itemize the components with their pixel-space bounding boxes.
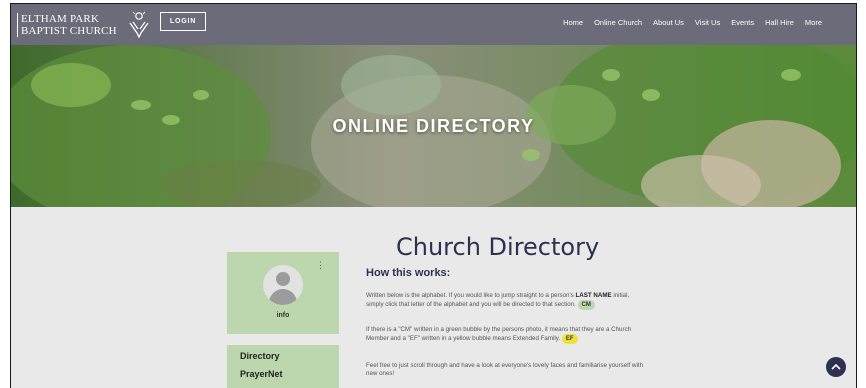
instructions-paragraph-3: Feel free to just scroll through and hav… (366, 362, 644, 378)
profile-label: info (276, 312, 290, 319)
nav-hall-hire[interactable]: Hall Hire (765, 18, 794, 27)
side-menu: Directory PrayerNet (227, 345, 339, 388)
more-vertical-icon[interactable]: ⋮ (316, 260, 325, 271)
church-logo[interactable]: ELTHAM PARK BAPTIST CHURCH (17, 8, 153, 42)
nav-online-church[interactable]: Online Church (594, 18, 642, 27)
side-menu-directory[interactable]: Directory (240, 351, 280, 361)
chevron-up-icon (831, 363, 841, 370)
content-area: ⋮ info Directory PrayerNet Church Direct… (11, 207, 856, 388)
main-nav: Home Online Church About Us Visit Us Eve… (563, 18, 822, 27)
side-menu-prayernet[interactable]: PrayerNet (240, 369, 283, 379)
nav-home[interactable]: Home (563, 18, 583, 27)
hero-banner: ONLINE DIRECTORY (11, 45, 856, 207)
nav-visit-us[interactable]: Visit Us (695, 18, 720, 27)
how-it-works-heading: How this works: (366, 267, 451, 279)
nav-more[interactable]: More (805, 18, 822, 27)
nav-about-us[interactable]: About Us (653, 18, 684, 27)
hero-title: ONLINE DIRECTORY (332, 116, 535, 136)
user-silhouette-icon (263, 265, 303, 305)
page-title: Church Directory (396, 233, 600, 261)
profile-card[interactable]: ⋮ info (227, 252, 339, 334)
logo-line-1: ELTHAM PARK (21, 13, 100, 25)
site-header: ELTHAM PARK BAPTIST CHURCH LOGIN Home On… (11, 4, 856, 45)
login-button[interactable]: LOGIN (160, 12, 206, 31)
ef-bubble: EF (561, 334, 578, 345)
praying-hands-icon (129, 11, 149, 39)
instructions-paragraph-2: If there is a "CM" written in a green bu… (366, 326, 646, 345)
logo-text: ELTHAM PARK BAPTIST CHURCH (17, 13, 117, 37)
nav-events[interactable]: Events (731, 18, 754, 27)
logo-line-2: BAPTIST CHURCH (21, 25, 117, 37)
instructions-paragraph-1: Written below is the alphabet. If you wo… (366, 292, 646, 311)
last-name-emphasis: LAST NAME (575, 292, 612, 299)
browser-frame: ELTHAM PARK BAPTIST CHURCH LOGIN Home On… (10, 3, 857, 388)
scroll-to-top-button[interactable] (826, 357, 846, 377)
cm-bubble: CM (577, 300, 595, 311)
